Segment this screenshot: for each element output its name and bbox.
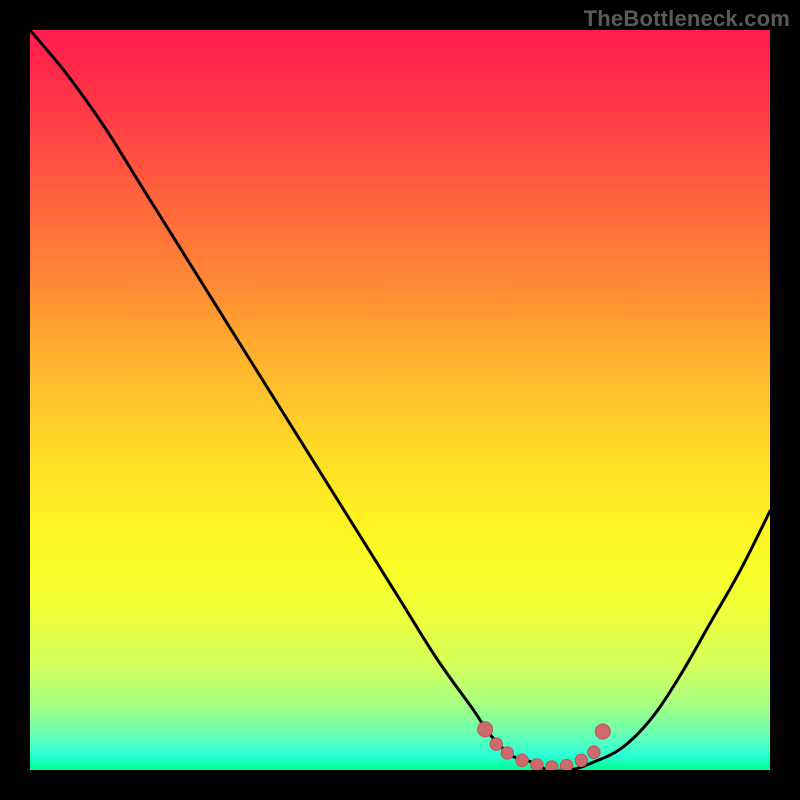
chart-frame: TheBottleneck.com [0, 0, 800, 800]
markers-layer [30, 30, 770, 770]
valley-marker [588, 746, 600, 758]
plot-area [30, 30, 770, 770]
valley-marker [490, 738, 502, 750]
valley-marker [516, 754, 528, 766]
watermark-text: TheBottleneck.com [584, 6, 790, 32]
valley-marker [546, 761, 558, 770]
valley-marker [575, 754, 587, 766]
valley-marker [560, 759, 572, 770]
valley-marker [595, 724, 610, 739]
valley-marker [478, 722, 493, 737]
valley-marker [501, 747, 513, 759]
valley-markers [478, 722, 611, 770]
valley-marker [531, 759, 543, 770]
